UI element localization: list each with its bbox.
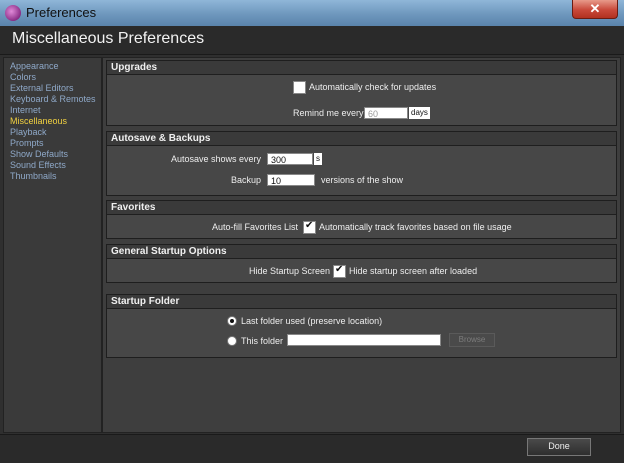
this-folder-input[interactable] <box>287 334 441 346</box>
favorites-label: Auto-fill Favorites List <box>212 222 299 232</box>
sidebar-item-show-defaults[interactable]: Show Defaults <box>10 149 101 160</box>
sidebar-nav: Appearance Colors External Editors Keybo… <box>4 58 101 182</box>
sidebar-item-miscellaneous[interactable]: Miscellaneous <box>10 116 101 127</box>
autosave-label: Autosave shows every <box>171 154 262 164</box>
backup-suffix-label: versions of the show <box>321 175 404 185</box>
hide-startup-label: Hide Startup Screen <box>249 266 331 276</box>
page-header: Miscellaneous Preferences <box>0 26 624 55</box>
sidebar-item-external-editors[interactable]: External Editors <box>10 83 101 94</box>
backup-label: Backup <box>231 175 262 185</box>
upgrades-section: Upgrades Automatically check for updates… <box>106 60 617 126</box>
sidebar-item-appearance[interactable]: Appearance <box>10 61 101 72</box>
startup-options-section: General Startup Options Hide Startup Scr… <box>106 244 617 283</box>
sidebar-item-playback[interactable]: Playback <box>10 127 101 138</box>
backup-count-input[interactable]: 10 <box>267 174 315 186</box>
last-folder-label: Last folder used (preserve location) <box>241 316 383 326</box>
app-icon <box>5 5 21 21</box>
favorites-section: Favorites Auto-fill Favorites List Autom… <box>106 200 617 239</box>
autosave-unit-label: s <box>314 153 322 165</box>
startup-options-heading: General Startup Options <box>107 245 616 259</box>
sidebar: Appearance Colors External Editors Keybo… <box>3 57 102 433</box>
hide-startup-desc: Hide startup screen after loaded <box>349 266 478 276</box>
page-title: Miscellaneous Preferences <box>12 30 205 47</box>
remind-label: Remind me every <box>293 108 364 118</box>
favorites-checkbox[interactable] <box>303 220 316 234</box>
auto-check-updates-label: Automatically check for updates <box>309 82 437 92</box>
autosave-heading: Autosave & Backups <box>107 132 616 146</box>
favorites-heading: Favorites <box>107 201 616 215</box>
startup-folder-section: Startup Folder Last folder used (preserv… <box>106 294 617 358</box>
this-folder-radio[interactable] <box>227 336 237 346</box>
browse-button[interactable]: Browse <box>449 333 495 347</box>
hide-startup-checkbox[interactable] <box>333 264 346 278</box>
remind-unit-label: days <box>409 107 430 119</box>
done-button[interactable]: Done <box>527 438 591 456</box>
autosave-section: Autosave & Backups Autosave shows every … <box>106 131 617 196</box>
auto-check-updates-checkbox[interactable] <box>293 81 306 94</box>
upgrades-heading: Upgrades <box>107 61 616 75</box>
this-folder-label: This folder <box>241 336 284 346</box>
main-panel: Upgrades Automatically check for updates… <box>102 57 621 433</box>
sidebar-item-keyboard-remotes[interactable]: Keyboard & Remotes <box>10 94 101 105</box>
sidebar-item-sound-effects[interactable]: Sound Effects <box>10 160 101 171</box>
footer: Done <box>0 434 624 463</box>
sidebar-item-colors[interactable]: Colors <box>10 72 101 83</box>
close-icon: ✕ <box>589 1 601 16</box>
sidebar-item-prompts[interactable]: Prompts <box>10 138 101 149</box>
remind-interval-input[interactable]: 60 <box>364 107 408 119</box>
favorites-desc: Automatically track favorites based on f… <box>319 222 512 232</box>
last-folder-radio[interactable] <box>227 316 237 326</box>
window-title: Preferences <box>26 5 97 20</box>
startup-folder-heading: Startup Folder <box>107 295 616 309</box>
close-button[interactable]: ✕ <box>572 0 618 19</box>
window-titlebar: Preferences ✕ <box>0 0 624 26</box>
sidebar-item-thumbnails[interactable]: Thumbnails <box>10 171 101 182</box>
autosave-interval-input[interactable]: 300 <box>267 153 313 165</box>
sidebar-item-internet[interactable]: Internet <box>10 105 101 116</box>
